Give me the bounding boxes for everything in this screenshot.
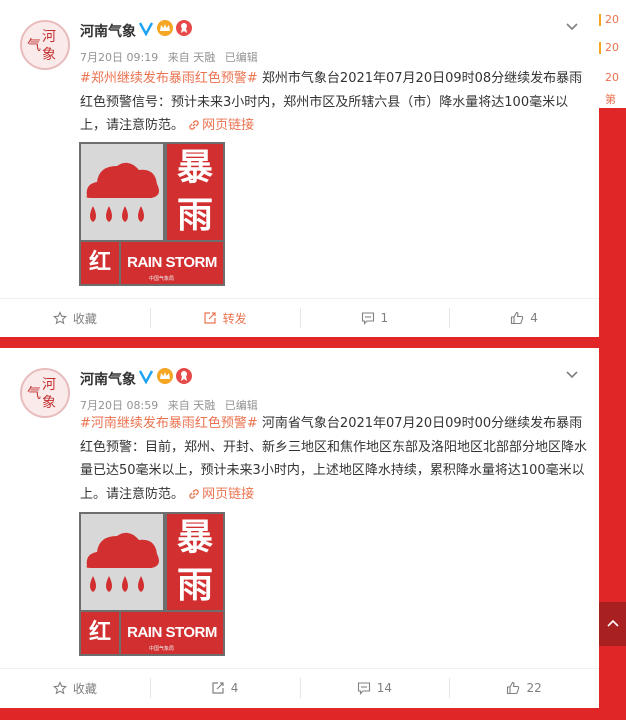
favorite-button[interactable]: 收藏 [0,678,150,698]
sidebar-marker [599,14,601,26]
rainstorm-red-warning-image[interactable]: 暴 雨 红 RAIN STORM 中国气象局 [79,142,225,286]
username[interactable]: 河南气象 [80,369,136,389]
favorite-label: 收藏 [72,681,97,696]
sidebar-item[interactable]: 20 [605,41,619,54]
post-action-bar: 收藏 4 14 22 [0,669,599,707]
favorite-button[interactable]: 收藏 [0,308,150,328]
crown-badge-icon[interactable] [157,368,173,384]
user-badges [138,20,192,36]
warning-color-panel: 红 [81,242,119,284]
hashtag-link[interactable]: #河南继续发布暴雨红色预警# [80,416,258,431]
avatar-text: 气 [27,38,41,54]
like-button[interactable]: 22 [449,678,599,698]
warning-char: 雨 [176,195,213,236]
warning-color-char: 红 [88,620,111,645]
warning-char-panel: 雨 [167,192,223,240]
warning-color-char: 红 [88,250,111,275]
avatar-text: 象 [42,395,56,411]
weibo-post-card: 气 河 象 河南气象 7月20日 09:19 来自 天融 已编辑 #郑州继续发布… [0,0,599,337]
comment-count: 14 [376,681,393,695]
avatar[interactable]: 气 河 象 [20,20,70,70]
repost-button[interactable]: 4 [149,678,300,698]
post-source: 来自 天融 [167,399,216,412]
comment-icon [361,312,374,325]
warning-color-panel: 红 [81,612,119,654]
sidebar-marker [599,42,601,54]
thumb-up-icon [507,681,520,695]
warning-char: 雨 [176,565,213,606]
post-time[interactable]: 7月20日 08:59 [80,399,158,412]
avatar[interactable]: 气 河 象 [20,368,70,418]
star-icon [52,311,67,325]
verified-v-icon[interactable] [138,368,154,384]
link-icon [189,120,199,130]
web-link[interactable]: 网页链接 [188,118,254,133]
arrow-up-icon [606,619,619,627]
repost-icon [212,682,224,694]
ribbon-badge-icon[interactable] [176,368,192,384]
favorite-label: 收藏 [72,311,97,326]
comment-count: 1 [380,311,389,325]
weibo-post-card: 气 河 象 河南气象 7月20日 08:59 来自 天融 已编辑 #河南继续发布… [0,348,599,708]
avatar-text: 象 [42,47,56,63]
crown-badge-icon[interactable] [157,20,173,36]
repost-count: 4 [230,681,239,695]
avatar-text: 气 [27,386,41,402]
post-meta: 7月20日 09:19 来自 天融 已编辑 [80,49,264,65]
cloud-rain-icon [81,144,163,240]
hashtag-link[interactable]: #郑州继续发布暴雨红色预警# [80,71,258,86]
sidebar-item[interactable]: 第 [605,91,616,107]
star-icon [52,681,67,695]
ribbon-badge-icon[interactable] [176,20,192,36]
web-link-label: 网页链接 [202,118,255,133]
cloud-rain-icon [81,514,163,610]
warning-char: 暴 [176,147,213,188]
image-watermark: 中国气象局 [149,276,175,282]
avatar-text: 河 [42,29,56,45]
repost-label: 转发 [222,311,247,326]
repost-button[interactable]: 转发 [149,308,300,328]
post-time[interactable]: 7月20日 09:19 [80,51,158,64]
post-menu-button[interactable] [565,366,579,380]
sidebar-item[interactable]: 20 [605,13,619,26]
warning-char-panel: 暴 [167,144,223,192]
scroll-to-top-button[interactable] [599,602,626,646]
edited-label[interactable]: 已编辑 [225,399,258,412]
post-action-bar: 收藏 转发 1 4 [0,299,599,337]
post-text: #郑州继续发布暴雨红色预警# 郑州市气象台2021年07月20日09时08分继续… [80,67,590,138]
warning-char-panel: 暴 [167,514,223,562]
edited-label[interactable]: 已编辑 [225,51,258,64]
like-button[interactable]: 4 [449,308,599,328]
warning-char-panel: 雨 [167,562,223,610]
username[interactable]: 河南气象 [80,21,136,41]
post-text: #河南继续发布暴雨红色预警# 河南省气象台2021年07月20日09时00分继续… [80,412,590,506]
avatar-text: 河 [42,377,56,393]
comment-button[interactable]: 14 [299,678,450,698]
image-watermark: 中国气象局 [149,646,175,652]
web-link-label: 网页链接 [202,486,255,502]
rainstorm-red-warning-image[interactable]: 暴 雨 红 RAIN STORM 中国气象局 [79,512,225,656]
repost-icon [204,312,216,324]
sidebar-item[interactable]: 20 [605,71,619,84]
chevron-down-icon [566,23,578,31]
web-link[interactable]: 网页链接 [188,487,254,502]
comment-icon [357,682,370,695]
sidebar-partial-list: 20 20 20 第 [599,0,626,108]
link-icon [189,488,199,499]
chevron-down-icon [566,371,578,379]
like-count: 4 [530,311,538,325]
user-badges [138,368,192,384]
like-count: 22 [526,681,542,695]
comment-button[interactable]: 1 [299,308,450,328]
post-source: 来自 天融 [167,51,216,64]
post-meta: 7月20日 08:59 来自 天融 已编辑 [80,397,264,413]
warning-char: 暴 [176,517,213,558]
thumb-up-icon [511,311,524,325]
verified-v-icon[interactable] [138,20,154,36]
post-menu-button[interactable] [565,18,579,32]
